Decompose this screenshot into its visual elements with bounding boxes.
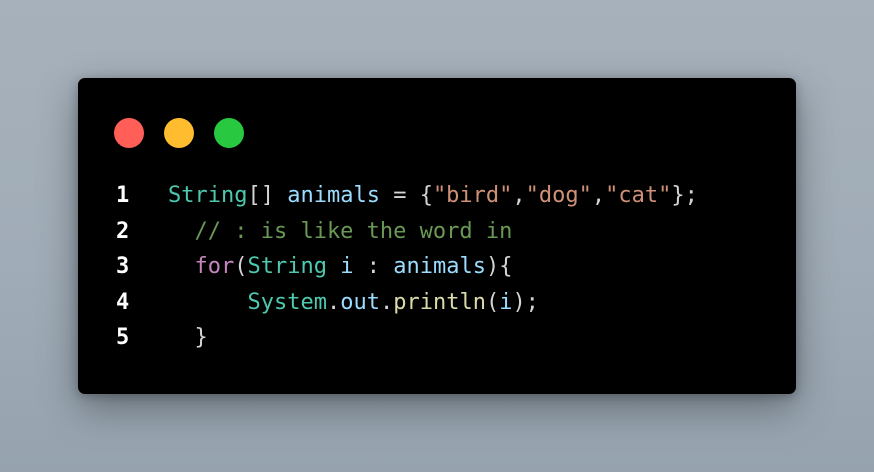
code-token-punc: ( xyxy=(485,289,500,315)
code-token-punc: . xyxy=(379,289,394,315)
code-line: 1 String[] animals = {"bird","dog","cat"}… xyxy=(78,178,796,214)
code-token-punc xyxy=(168,290,247,315)
line-number: 1 xyxy=(116,183,130,208)
code-block: 1 String[] animals = {"bird","dog","cat"}… xyxy=(78,178,796,356)
code-token-var: animals xyxy=(287,183,380,208)
code-token-type: String xyxy=(247,254,327,279)
code-token-type: System xyxy=(247,289,327,315)
code-text: String[] animals = {"bird","dog","cat"}; xyxy=(168,178,698,214)
code-text: // : is like the word in xyxy=(168,214,512,250)
code-token-str: "dog" xyxy=(525,183,592,208)
code-line: 4 System.out.println(i); xyxy=(78,285,796,321)
code-token-punc: ){ xyxy=(485,254,513,279)
code-text: System.out.println(i); xyxy=(168,285,539,321)
code-token-punc: = { xyxy=(379,183,433,208)
line-number: 5 xyxy=(116,325,130,350)
code-line: 2 // : is like the word in xyxy=(78,214,796,250)
line-number: 4 xyxy=(116,289,130,315)
code-token-punc: , xyxy=(512,183,526,208)
code-token-punc: }; xyxy=(671,183,698,208)
code-token-punc: , xyxy=(591,183,606,208)
line-number: 2 xyxy=(116,218,130,244)
code-token-punc: ); xyxy=(512,289,539,315)
code-token-kw: for xyxy=(194,254,235,279)
code-token-str: "bird" xyxy=(432,183,513,208)
code-token-punc: : xyxy=(353,254,394,279)
code-line: 5 } xyxy=(78,320,796,356)
code-token-cmt: // : is like the word in xyxy=(168,218,513,244)
code-window: 1 String[] animals = {"bird","dog","cat"}… xyxy=(78,78,796,394)
code-token-var: animals xyxy=(393,254,486,279)
maximize-dot-icon[interactable] xyxy=(214,118,244,148)
code-token-punc: [] xyxy=(247,183,288,208)
code-token-punc xyxy=(327,254,340,279)
minimize-dot-icon[interactable] xyxy=(164,118,194,148)
code-token-str: "cat" xyxy=(605,183,672,208)
code-text: } xyxy=(168,320,208,356)
window-controls xyxy=(114,118,244,148)
code-token-punc: ( xyxy=(234,254,248,279)
code-token-var: out xyxy=(340,289,380,315)
code-token-var: i xyxy=(340,254,354,279)
line-number: 3 xyxy=(116,254,130,279)
close-dot-icon[interactable] xyxy=(114,118,144,148)
code-text: for(String i : animals){ xyxy=(168,249,513,285)
code-line: 3 for(String i : animals){ xyxy=(78,249,796,285)
code-token-var: i xyxy=(499,289,513,315)
code-token-type: String xyxy=(168,183,248,208)
code-token-punc: } xyxy=(168,325,208,350)
code-token-fn: println xyxy=(393,289,486,315)
code-token-punc xyxy=(168,254,195,279)
code-token-punc: . xyxy=(326,289,341,315)
